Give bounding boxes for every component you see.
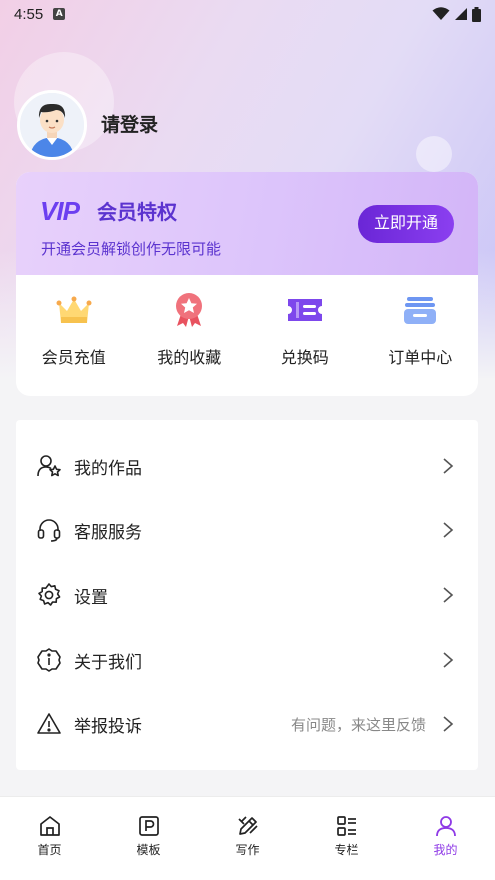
medal-icon: [169, 290, 209, 330]
menu-item-settings[interactable]: 设置: [16, 563, 478, 627]
tab-columns[interactable]: 专栏: [297, 797, 396, 880]
menu-list: 我的作品 客服服务 设置 关于我们 举报投诉 有问题，来这里反馈: [16, 420, 478, 770]
tab-mine[interactable]: 我的: [396, 797, 495, 880]
menu-item-my-works[interactable]: 我的作品: [16, 434, 478, 498]
tab-label: 我的: [433, 843, 458, 857]
chevron-right-icon: [438, 650, 458, 670]
status-indicators: [432, 6, 481, 22]
column-icon: [334, 813, 360, 839]
signal-icon: [455, 8, 467, 20]
gear-icon: [36, 582, 62, 608]
user-star-icon: [36, 453, 62, 479]
vip-card: VIP 会员特权 开通会员解锁创作无限可能 立即开通 会员充值 我的收藏 兑换码…: [16, 172, 478, 396]
status-time: 4:55: [14, 5, 44, 23]
wifi-icon: [432, 7, 450, 20]
tab-label: 专栏: [334, 843, 359, 857]
menu-item-report[interactable]: 举报投诉 有问题，来这里反馈: [16, 692, 478, 756]
crown-icon: [54, 290, 94, 330]
vip-title: 会员特权: [97, 200, 177, 224]
tab-templates[interactable]: 模板: [99, 797, 198, 880]
menu-label: 客服服务: [74, 522, 142, 543]
shortcut-label: 订单中心: [388, 348, 453, 367]
menu-label: 关于我们: [74, 652, 142, 673]
pencil-icon: [235, 813, 261, 839]
headset-icon: [36, 517, 62, 543]
vip-logo: VIP: [40, 196, 80, 226]
vip-subtitle: 开通会员解锁创作无限可能: [41, 240, 222, 258]
avatar-illustration: [20, 93, 84, 157]
order-stack-icon: [400, 290, 440, 330]
tab-label: 首页: [37, 843, 62, 857]
shortcut-redeem-code[interactable]: 兑换码: [247, 290, 363, 390]
shortcut-vip-recharge[interactable]: 会员充值: [16, 290, 132, 390]
shortcut-grid: 会员充值 我的收藏 兑换码 订单中心: [16, 290, 478, 390]
status-bar: 4:55 A: [0, 0, 495, 28]
tab-label: 写作: [235, 843, 260, 857]
menu-hint: 有问题，来这里反馈: [290, 715, 426, 734]
shortcut-order-center[interactable]: 订单中心: [363, 290, 479, 390]
avatar[interactable]: [17, 90, 87, 160]
menu-item-customer-service[interactable]: 客服服务: [16, 498, 478, 562]
decorative-circle: [416, 136, 452, 172]
notification-icon: A: [53, 8, 66, 20]
vip-banner[interactable]: VIP 会员特权 开通会员解锁创作无限可能 立即开通: [16, 172, 478, 275]
tab-home[interactable]: 首页: [0, 797, 99, 880]
tab-write[interactable]: 写作: [198, 797, 297, 880]
battery-icon: [472, 6, 481, 22]
user-icon: [433, 813, 459, 839]
menu-label: 我的作品: [74, 458, 142, 479]
chevron-right-icon: [438, 585, 458, 605]
tab-label: 模板: [136, 843, 161, 857]
warning-icon: [36, 711, 62, 737]
menu-label: 设置: [74, 587, 108, 608]
ticket-icon: [285, 290, 325, 330]
chevron-right-icon: [438, 714, 458, 734]
shortcut-favorites[interactable]: 我的收藏: [132, 290, 248, 390]
chevron-right-icon: [438, 520, 458, 540]
bottom-navigation: 首页 模板 写作 专栏 我的: [0, 796, 495, 880]
activate-vip-button[interactable]: 立即开通: [358, 205, 454, 243]
login-link[interactable]: 请登录: [101, 110, 158, 137]
menu-item-about-us[interactable]: 关于我们: [16, 628, 478, 692]
chevron-right-icon: [438, 456, 458, 476]
info-icon: [36, 647, 62, 673]
template-icon: [136, 813, 162, 839]
shortcut-label: 兑换码: [280, 348, 329, 367]
shortcut-label: 会员充值: [41, 348, 106, 367]
home-icon: [37, 813, 63, 839]
shortcut-label: 我的收藏: [157, 348, 222, 367]
menu-label: 举报投诉: [74, 716, 142, 737]
